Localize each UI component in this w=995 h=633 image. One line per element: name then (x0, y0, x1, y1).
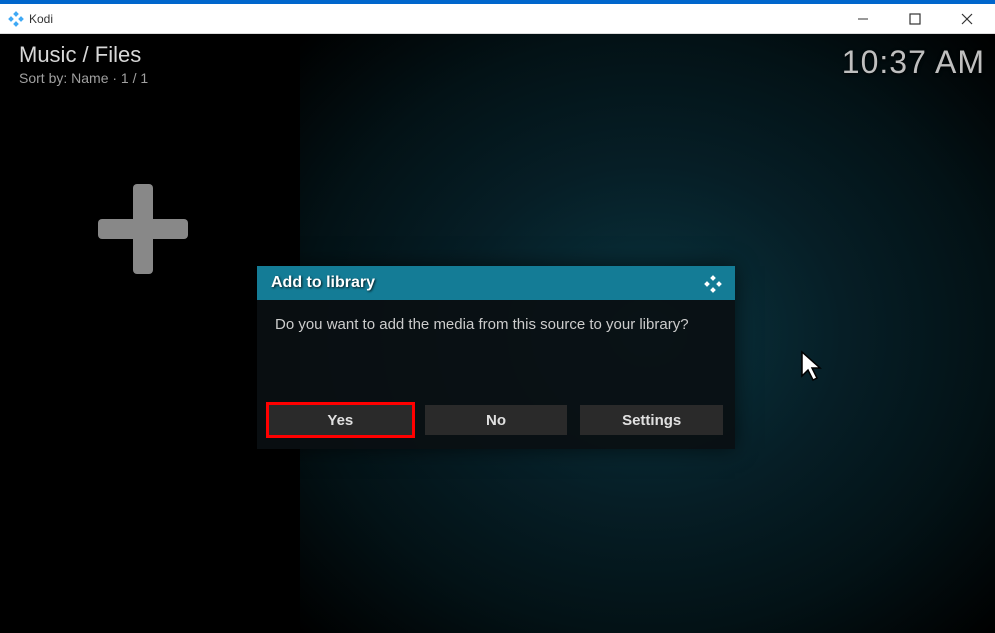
close-button[interactable] (947, 7, 987, 31)
breadcrumb: Music / Files (19, 42, 148, 68)
maximize-button[interactable] (895, 7, 935, 31)
dialog-body: Do you want to add the media from this s… (257, 300, 735, 405)
clock: 10:37 AM (842, 44, 985, 81)
dialog-header: Add to library (257, 266, 735, 300)
yes-button[interactable]: Yes (269, 405, 412, 435)
window-title: Kodi (29, 12, 843, 26)
header-area: Music / Files Sort by: Name · 1 / 1 (19, 42, 148, 86)
kodi-logo-icon (703, 274, 723, 299)
dialog-title: Add to library (271, 274, 375, 292)
app-icon (8, 11, 24, 27)
add-source-icon[interactable] (98, 184, 188, 274)
app-content: Music / Files Sort by: Name · 1 / 1 10:3… (0, 34, 995, 633)
dialog-message: Do you want to add the media from this s… (275, 314, 717, 335)
settings-button[interactable]: Settings (580, 405, 723, 435)
sort-info: Sort by: Name · 1 / 1 (19, 70, 148, 86)
window-title-bar: Kodi (0, 4, 995, 34)
minimize-button[interactable] (843, 7, 883, 31)
dialog-button-row: Yes No Settings (257, 405, 735, 449)
window-controls (843, 7, 987, 31)
no-button[interactable]: No (425, 405, 568, 435)
add-to-library-dialog: Add to library Do you want to add the me… (257, 266, 735, 449)
